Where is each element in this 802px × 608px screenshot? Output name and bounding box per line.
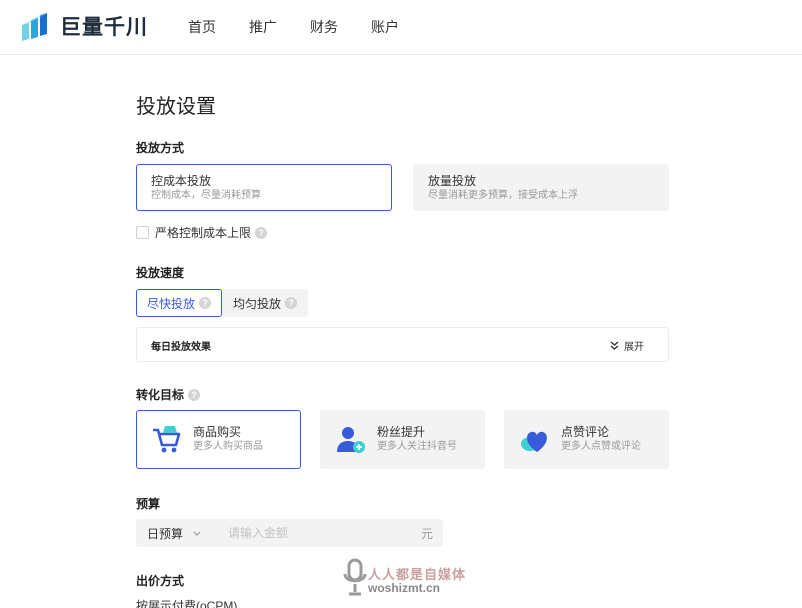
option-title: 放量投放 (428, 174, 477, 188)
tab-fast-delivery[interactable]: 尽快投放 ? (136, 289, 223, 317)
chevron-down-icon (193, 531, 201, 536)
daily-effect-label: 每日投放效果 (151, 342, 211, 353)
budget-unit: 元 (420, 526, 433, 541)
option-desc: 控制成本，尽量消耗预算 (151, 190, 261, 201)
goal-desc: 更多人点赞或评论 (561, 441, 641, 452)
budget-title: 预算 (136, 497, 161, 511)
double-chevron-down-icon (610, 341, 619, 350)
nav-account[interactable]: 账户 (371, 17, 399, 37)
budget-type-value: 日预算 (147, 526, 184, 541)
bid-method-title: 出价方式 (136, 574, 185, 588)
tab-label: 均匀投放 (233, 296, 282, 311)
expand-label: 展开 (624, 342, 644, 353)
help-icon[interactable]: ? (255, 226, 268, 239)
logo-icon (22, 13, 47, 41)
microphone-logo-icon (343, 558, 367, 596)
goal-follower-growth[interactable]: 粉丝提升 更多人关注抖音号 (320, 410, 485, 469)
strict-cost-row: 严格控制成本上限 ? (136, 224, 268, 241)
goal-product-purchase[interactable]: 商品购买 更多人购买商品 (136, 410, 301, 469)
help-icon[interactable]: ? (199, 297, 212, 309)
main-nav: 首页 推广 财务 账户 (188, 17, 432, 37)
delivery-method-title: 投放方式 (136, 141, 185, 155)
budget-amount-input[interactable] (216, 519, 421, 547)
goal-desc: 更多人关注抖音号 (377, 441, 457, 452)
help-icon[interactable]: ? (188, 388, 201, 401)
add-follower-icon (337, 426, 365, 453)
expand-button[interactable]: 展开 (610, 338, 644, 353)
top-bar: 巨量千川 首页 推广 财务 账户 (0, 0, 802, 55)
budget-row: 日预算 元 (136, 519, 443, 547)
watermark: 人人都是自媒体 woshizmt.cn (340, 556, 470, 598)
page-title: 投放设置 (136, 96, 216, 118)
bid-method-value: 按展示付费(oCPM) (136, 599, 238, 608)
option-volume[interactable]: 放量投放 尽量消耗更多预算，接受成本上浮 (413, 164, 669, 211)
logo[interactable]: 巨量千川 (20, 10, 148, 42)
shopping-cart-icon (153, 425, 181, 452)
goal-like-comment[interactable]: 点赞评论 更多人点赞或评论 (504, 410, 669, 469)
logo-text: 巨量千川 (60, 16, 148, 39)
strict-cost-checkbox[interactable] (136, 226, 149, 239)
daily-effect-panel: 每日投放效果 展开 (136, 327, 669, 362)
option-cost-control[interactable]: 控成本投放 控制成本，尽量消耗预算 (136, 164, 392, 211)
nav-home[interactable]: 首页 (188, 17, 216, 37)
goal-desc: 更多人购买商品 (193, 441, 263, 452)
tab-even-delivery[interactable]: 均匀投放 ? (222, 289, 309, 317)
budget-type-select[interactable]: 日预算 (136, 525, 216, 542)
option-desc: 尽量消耗更多预算，接受成本上浮 (428, 190, 578, 201)
tab-label: 尽快投放 (147, 296, 196, 311)
nav-finance[interactable]: 财务 (310, 17, 338, 37)
goal-title: 商品购买 (193, 425, 242, 439)
help-icon[interactable]: ? (285, 297, 298, 309)
goal-title: 点赞评论 (561, 425, 610, 439)
watermark-url: woshizmt.cn (368, 581, 441, 595)
conversion-goal-title: 转化目标 ? (136, 386, 201, 403)
nav-promotion[interactable]: 推广 (249, 17, 277, 37)
goal-title: 粉丝提升 (377, 425, 426, 439)
strict-cost-label: 严格控制成本上限 (155, 226, 252, 240)
conversion-goal-label: 转化目标 (136, 388, 185, 402)
speed-tabs: 尽快投放 ? 均匀投放 ? (136, 289, 309, 317)
heart-comment-icon (521, 431, 547, 452)
delivery-speed-title: 投放速度 (136, 266, 185, 280)
option-title: 控成本投放 (151, 174, 212, 188)
